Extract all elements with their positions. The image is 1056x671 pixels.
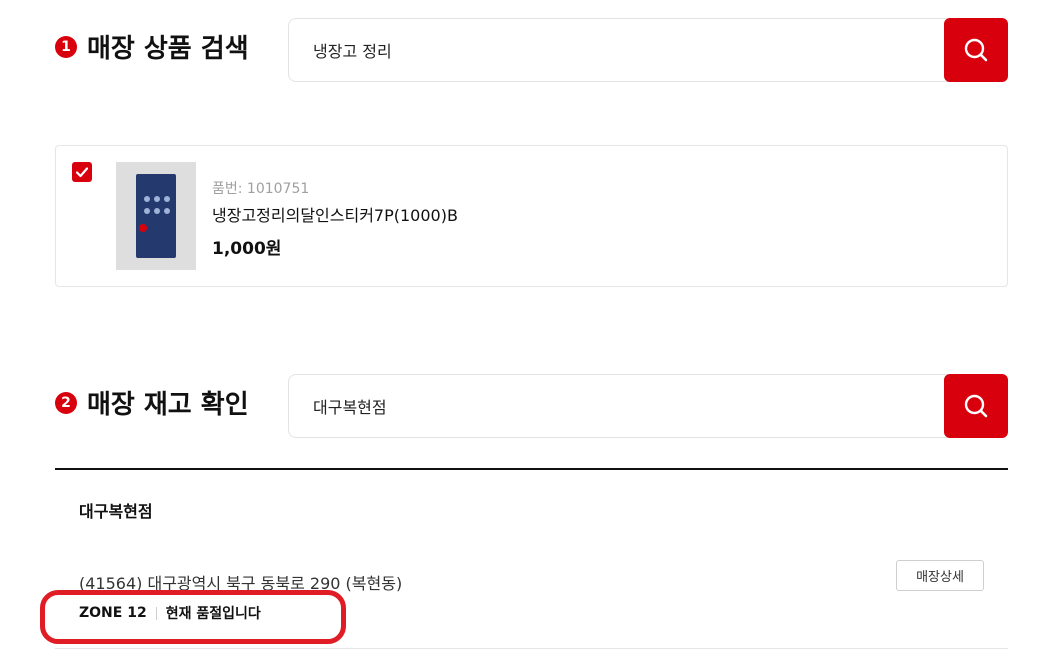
stock-check-heading: 2 매장 재고 확인 <box>55 384 249 421</box>
stock-check-title: 매장 재고 확인 <box>87 390 249 420</box>
store-detail-button[interactable]: 매장상세 <box>896 560 984 591</box>
search-icon <box>964 38 988 62</box>
product-name: 냉장고정리의달인스티커7P(1000)B <box>212 206 458 225</box>
stock-status: 현재 품절입니다 <box>165 606 261 622</box>
store-search-box <box>288 374 1008 438</box>
product-search-heading: 1 매장 상품 검색 <box>55 28 249 65</box>
results-divider <box>55 468 1008 470</box>
product-package-image <box>136 174 176 258</box>
step-badge-1: 1 <box>55 35 77 58</box>
product-checkbox[interactable] <box>72 162 92 182</box>
step-badge-2: 2 <box>55 391 77 414</box>
page: 1 매장 상품 검색 냉장고 정리 품번: 1010751 냉장고정리의달인스티… <box>0 0 1056 671</box>
product-search-input[interactable] <box>313 19 933 81</box>
check-icon <box>75 167 89 178</box>
result-bottom-divider <box>55 648 1008 649</box>
zone-separator <box>155 606 157 620</box>
product-search-box <box>288 18 1008 82</box>
product-code: 품번: 1010751 <box>212 181 310 197</box>
store-address: (41564) 대구광역시 북구 동북로 290 (복현동) <box>79 574 403 593</box>
store-search-button[interactable] <box>944 374 1008 438</box>
product-search-button[interactable] <box>944 18 1008 82</box>
product-thumbnail <box>116 162 196 270</box>
store-name: 대구복현점 <box>79 502 153 521</box>
stock-info: ZONE 12 현재 품절입니다 <box>79 603 261 623</box>
store-search-input[interactable] <box>313 375 933 437</box>
zone-label: ZONE 12 <box>79 605 147 621</box>
search-icon <box>964 394 988 418</box>
product-search-title: 매장 상품 검색 <box>87 34 249 64</box>
product-card[interactable]: 품번: 1010751 냉장고정리의달인스티커7P(1000)B 1,000원 <box>55 145 1008 287</box>
product-price: 1,000원 <box>212 239 282 259</box>
